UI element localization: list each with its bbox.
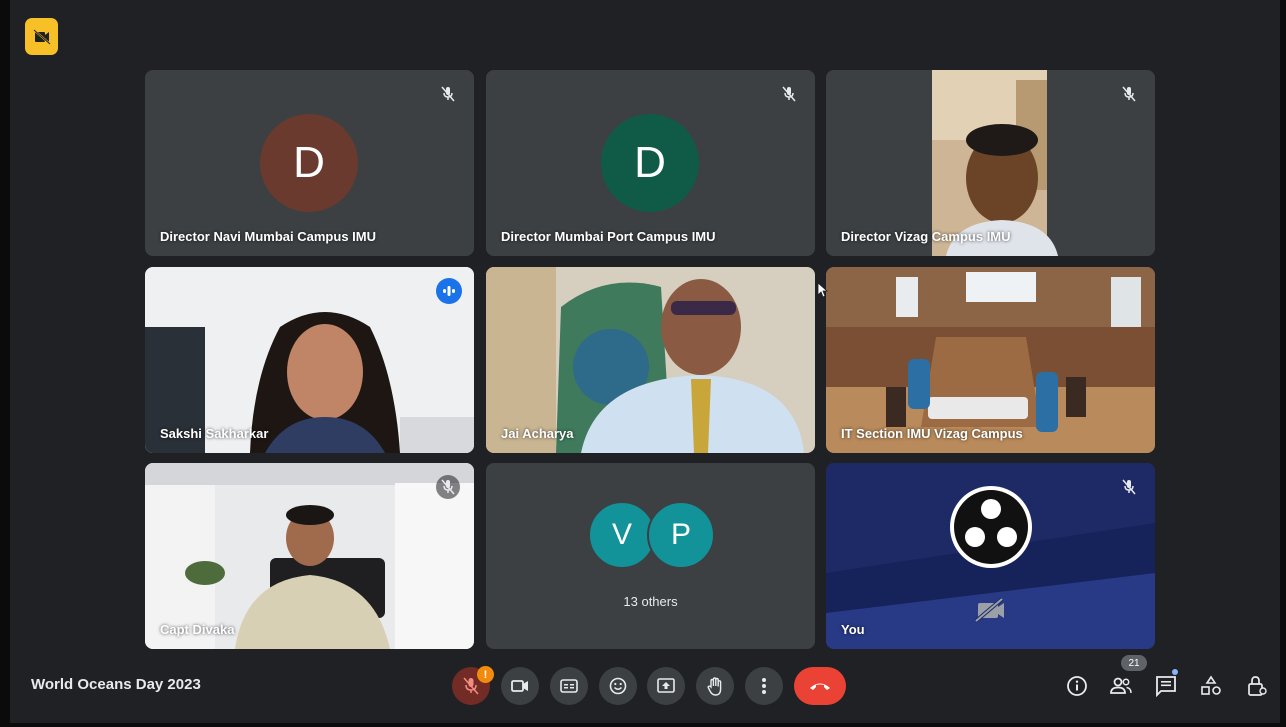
participant-name: Capt Divaka — [160, 622, 235, 637]
participant-name: Jai Acharya — [501, 426, 574, 441]
participant-name: Director Vizag Campus IMU — [841, 229, 1011, 244]
reactions-button[interactable] — [599, 667, 637, 705]
people-button[interactable] — [1108, 673, 1134, 699]
participant-tile-active-speaker[interactable]: Sakshi Sakharkar — [145, 267, 474, 453]
chat-icon — [1156, 676, 1176, 697]
meeting-details-button[interactable] — [1064, 673, 1090, 699]
mic-alert-badge: ! — [477, 666, 494, 683]
more-options-button[interactable] — [745, 667, 783, 705]
activities-button[interactable] — [1198, 673, 1224, 699]
participant-name: IT Section IMU Vizag Campus — [841, 426, 1023, 441]
info-icon — [1067, 676, 1087, 696]
mic-muted-icon — [777, 82, 801, 106]
mic-muted-icon — [1117, 82, 1141, 106]
participant-name: Director Mumbai Port Campus IMU — [501, 229, 716, 244]
others-avatar: P — [647, 501, 715, 569]
speaking-indicator-icon — [436, 278, 462, 304]
raise-hand-icon — [707, 676, 722, 696]
left-edge — [0, 0, 10, 727]
raise-hand-button[interactable] — [696, 667, 734, 705]
present-screen-button[interactable] — [647, 667, 685, 705]
chat-unread-dot — [1172, 669, 1178, 675]
participant-tile[interactable]: Jai Acharya — [486, 267, 815, 453]
participant-tile[interactable]: Director Vizag Campus IMU — [826, 70, 1155, 256]
participant-tile[interactable]: D Director Mumbai Port Campus IMU — [486, 70, 815, 256]
mic-muted-icon — [1117, 475, 1141, 499]
others-count: 13 others — [623, 594, 678, 609]
camera-toggle-button[interactable] — [501, 667, 539, 705]
participant-tile[interactable]: D Director Navi Mumbai Campus IMU — [145, 70, 474, 256]
emoji-icon — [609, 677, 627, 695]
avatar: D — [601, 114, 699, 212]
participant-tile[interactable]: IT Section IMU Vizag Campus — [826, 267, 1155, 453]
mic-muted-icon — [436, 82, 460, 106]
participant-count-badge: 21 — [1121, 655, 1147, 671]
participant-name: You — [841, 622, 865, 637]
chat-button[interactable] — [1153, 673, 1179, 699]
people-icon — [1110, 677, 1132, 694]
participant-name: Sakshi Sakharkar — [160, 426, 269, 441]
others-tile[interactable]: V P 13 others — [486, 463, 815, 649]
captions-button[interactable] — [550, 667, 588, 705]
camera-icon — [511, 680, 528, 692]
mic-off-icon — [463, 677, 479, 695]
mouse-cursor-icon — [817, 282, 829, 298]
right-edge — [1280, 0, 1286, 727]
mic-muted-icon — [436, 475, 460, 499]
participant-name: Director Navi Mumbai Campus IMU — [160, 229, 376, 244]
activities-icon — [1201, 675, 1221, 695]
participant-tile[interactable]: Capt Divaka — [145, 463, 474, 649]
host-controls-icon — [1248, 676, 1267, 696]
more-options-icon — [762, 678, 766, 694]
avatar: D — [260, 114, 358, 212]
meeting-title: World Oceans Day 2023 — [31, 676, 201, 693]
self-tile[interactable]: You — [826, 463, 1155, 649]
obs-logo-icon — [950, 486, 1032, 568]
bottom-edge — [0, 723, 1286, 727]
present-icon — [657, 678, 675, 693]
captions-icon — [560, 679, 578, 693]
host-controls-button[interactable] — [1244, 673, 1270, 699]
camera-off-icon — [974, 597, 1004, 623]
leave-call-button[interactable] — [794, 667, 846, 705]
others-avatar: V — [588, 501, 656, 569]
camera-off-notice-icon[interactable] — [25, 18, 58, 55]
end-call-icon — [810, 683, 830, 690]
